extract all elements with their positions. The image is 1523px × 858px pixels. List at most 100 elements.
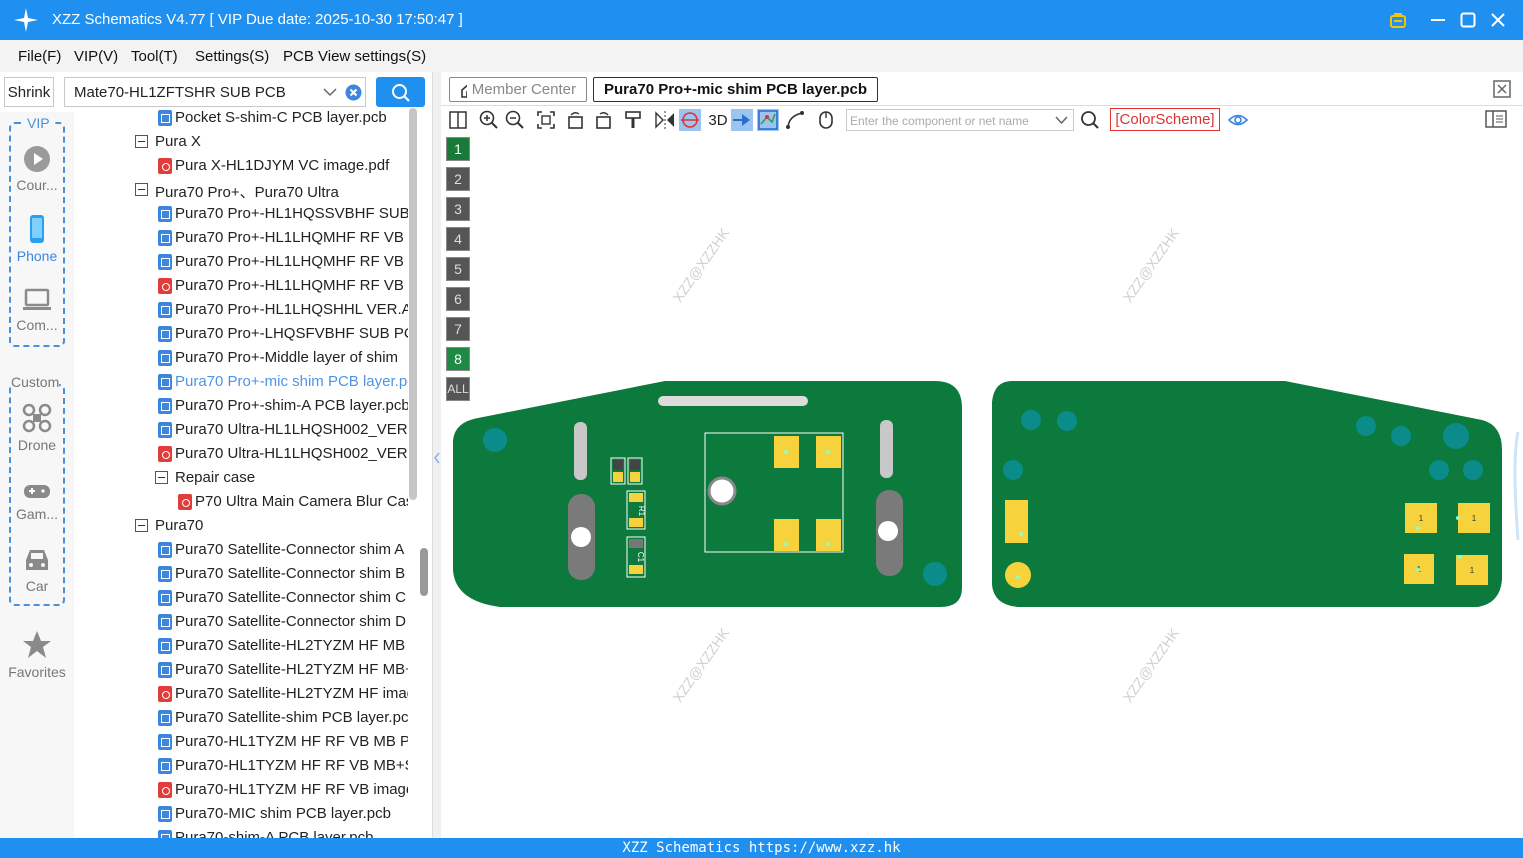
pcb-file-icon (158, 806, 172, 822)
search-icon (392, 84, 410, 102)
tree-item-label: Pura70 Satellite-shim PCB layer.pcb (175, 709, 408, 726)
rail-item-favorites[interactable]: Favorites (0, 630, 74, 680)
tree-folder[interactable]: Repair case (74, 466, 408, 490)
net-trace-tool[interactable] (731, 109, 753, 131)
tree-file[interactable]: Pocket S-shim-C PCB layer.pcb (74, 108, 408, 130)
rail-item-drone[interactable]: Drone (0, 403, 74, 453)
tree-file[interactable]: Pura70-HL1TYZM HF RF VB image.pdf (74, 778, 408, 802)
rail-item-courses[interactable]: Cour... (0, 145, 74, 193)
tab-active-file[interactable]: Pura70 Pro+-mic shim PCB layer.pcb (593, 77, 878, 102)
tree-file[interactable]: Pura70-HL1TYZM HF RF VB MB PCB (74, 730, 408, 754)
search-button[interactable] (376, 77, 425, 107)
tree-file[interactable]: Pura70 Satellite-HL2TYZM HF MB P (74, 634, 408, 658)
menu-settings[interactable]: Settings(S) (195, 48, 269, 65)
play-icon (24, 146, 50, 172)
tree-file[interactable]: Pura70-shim-A PCB layer.pcb (74, 826, 408, 838)
tree-file[interactable]: Pura70 Ultra-HL1LHQSH002_VER.B (74, 442, 408, 466)
custom-group-label: Custom (11, 374, 60, 390)
tree-folder[interactable]: Pura X (74, 130, 408, 154)
tab-member-center[interactable]: Member Center (449, 77, 587, 102)
tree-file[interactable]: Pura70-HL1TYZM HF RF VB MB+SUB (74, 754, 408, 778)
menu-pcb-view-settings[interactable]: PCB View settings(S) (283, 48, 426, 65)
tree-file[interactable]: Pura70 Satellite-Connector shim C (74, 586, 408, 610)
menu-vip[interactable]: VIP(V) (74, 48, 118, 65)
rail-item-computer[interactable]: Com... (0, 287, 74, 333)
mouse-mode-tool[interactable] (815, 109, 837, 131)
pcb-board-left[interactable]: R1 C1 (453, 381, 962, 607)
component-search-icon[interactable] (1080, 110, 1100, 130)
tree-scrollbar-thumb[interactable] (420, 548, 428, 596)
tree-file[interactable]: P70 Ultra Main Camera Blur Case (74, 490, 408, 514)
tree-file[interactable]: Pura70 Pro+-HL1LHQMHF RF VB MB (74, 250, 408, 274)
tree-folder[interactable]: Pura70 (74, 514, 408, 538)
window-title: XZZ Schematics V4.77 [ VIP Due date: 202… (52, 11, 463, 28)
tree-file[interactable]: Pura70 Satellite-Connector shim A (74, 538, 408, 562)
rail-item-phone[interactable]: Phone (0, 214, 74, 264)
tree-file[interactable]: Pura70 Satellite-Connector shim B (74, 562, 408, 586)
pcb-board-right[interactable]: 1 1 1 1 (992, 381, 1502, 607)
minimize-button[interactable] (1426, 8, 1450, 32)
watermark-text: XZZ@XZZHK (670, 225, 733, 306)
home-icon (461, 84, 467, 98)
rotate-right-tool[interactable] (592, 109, 614, 131)
collapse-toggle-icon[interactable] (155, 471, 168, 484)
format-painter-tool[interactable] (622, 109, 644, 131)
close-tab-icon[interactable] (1493, 80, 1511, 98)
rail-item-car[interactable]: Car (0, 546, 74, 594)
tree-file[interactable]: Pura70 Pro+-mic shim PCB layer.pcb (74, 370, 408, 394)
tree-file[interactable]: Pura X-HL1DJYM VC image.pdf (74, 154, 408, 178)
right-panel-edge[interactable] (1513, 431, 1520, 541)
rail-item-games[interactable]: Gam... (0, 480, 74, 522)
3d-view-tool[interactable]: 3D (704, 109, 732, 131)
close-button[interactable] (1486, 8, 1510, 32)
tree-file[interactable]: Pura70 Satellite-HL2TYZM HF image (74, 682, 408, 706)
vip-bag-icon[interactable] (1386, 8, 1410, 32)
tree-file[interactable]: Pura70 Pro+-HL1LHQSHHL VER.A SUB (74, 298, 408, 322)
collapse-toggle-icon[interactable] (135, 183, 148, 196)
flip-tool[interactable] (679, 109, 701, 131)
menu-file[interactable]: File(F) (18, 48, 61, 65)
mirror-tool[interactable] (654, 109, 676, 131)
tree-file[interactable]: Pura70 Ultra-HL1LHQSH002_VER.B (74, 418, 408, 442)
tree-file[interactable]: Pura70 Satellite-shim PCB layer.pcb (74, 706, 408, 730)
pcb-file-icon (158, 590, 172, 606)
zoom-in-tool[interactable] (478, 109, 500, 131)
tree-file[interactable]: Pura70 Pro+-Middle layer of shim (74, 346, 408, 370)
tree-file[interactable]: Pura70 Pro+-HL1HQSSVBHF SUB PCB (74, 202, 408, 226)
maximize-button[interactable] (1456, 8, 1480, 32)
tree-file[interactable]: Pura70 Pro+-HL1LHQMHF RF VB MB (74, 226, 408, 250)
panel-toggle-icon[interactable] (1485, 110, 1507, 128)
chevron-down-icon[interactable] (323, 87, 337, 97)
pcb-file-icon (158, 710, 172, 726)
split-view-tool[interactable] (447, 109, 469, 131)
highlight-net-tool[interactable] (757, 109, 779, 131)
colorscheme-button[interactable]: [ColorScheme] (1110, 108, 1220, 131)
shrink-button[interactable]: Shrink (4, 77, 54, 107)
zoom-out-tool[interactable] (504, 109, 526, 131)
pcb-file-icon (158, 254, 172, 270)
tree-file[interactable]: Pura70-MIC shim PCB layer.pcb (74, 802, 408, 826)
eye-icon[interactable] (1228, 112, 1248, 128)
tree-file[interactable]: Pura70 Pro+-HL1LHQMHF RF VB image (74, 274, 408, 298)
rotate-left-tool[interactable] (565, 109, 587, 131)
collapse-arrow-icon[interactable] (433, 452, 441, 464)
tree-file[interactable]: Pura70 Pro+-LHQSFVBHF SUB PCB (74, 322, 408, 346)
search-input[interactable]: Mate70-HL1ZFTSHR SUB PCB (64, 77, 366, 107)
pcb-canvas[interactable]: XZZ@XZZHK XZZ@XZZHK XZZ@XZZHK XZZ@XZZHK … (441, 136, 1523, 838)
menu-tool[interactable]: Tool(T) (131, 48, 178, 65)
tree-file[interactable]: Pura70 Satellite-Connector shim D (74, 610, 408, 634)
tree-folder[interactable]: Pura70 Pro+、Pura70 Ultra (74, 178, 408, 202)
collapse-toggle-icon[interactable] (135, 519, 148, 532)
tree-file[interactable]: Pura70 Satellite-HL2TYZM HF MB+SUB (74, 658, 408, 682)
clear-search-icon[interactable] (345, 84, 362, 101)
fit-view-tool[interactable] (535, 109, 557, 131)
collapse-toggle-icon[interactable] (135, 135, 148, 148)
chevron-down-icon[interactable] (1055, 116, 1068, 125)
trace-line-tool[interactable] (784, 109, 806, 131)
tree-file[interactable]: Pura70 Pro+-shim-A PCB layer.pcb (74, 394, 408, 418)
pane-splitter[interactable] (432, 72, 441, 838)
tree-item-label: Pura70 Satellite-Connector shim D (175, 613, 406, 630)
pcb-file-icon (158, 638, 172, 654)
component-search-input[interactable]: Enter the component or net name (846, 109, 1074, 131)
tree-scrollbar-track[interactable] (409, 108, 417, 500)
